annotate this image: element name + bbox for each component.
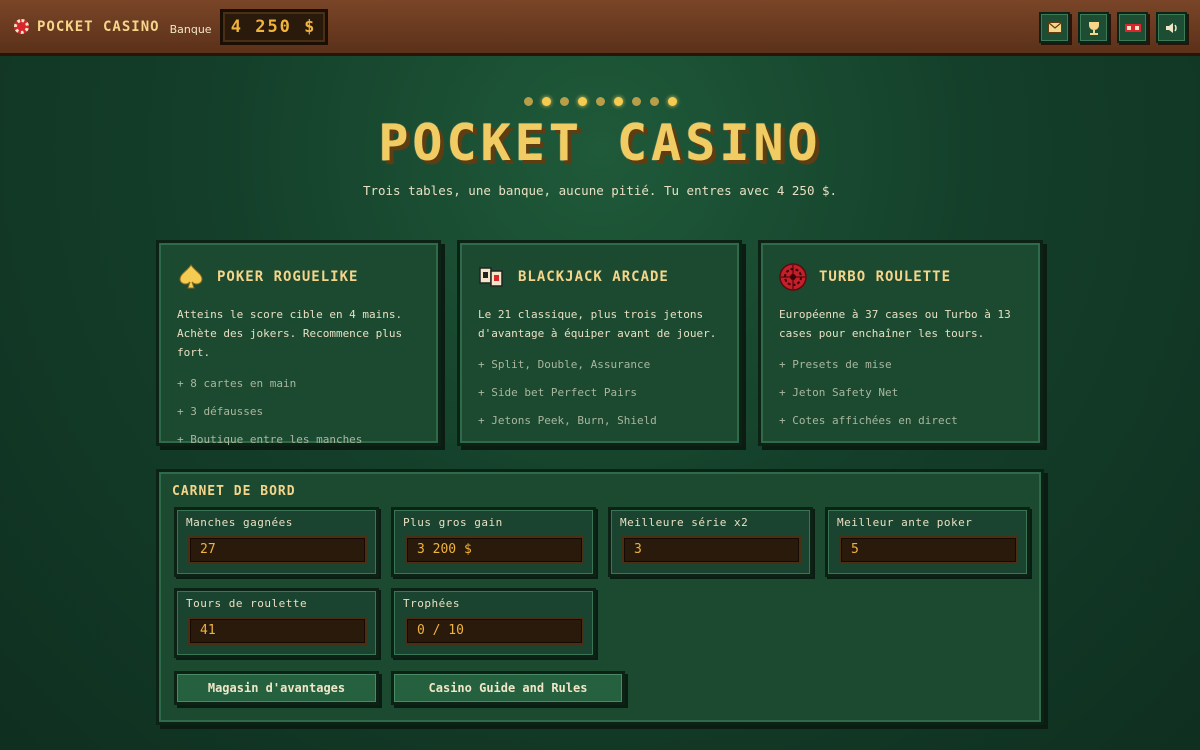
- light-dot: [667, 97, 677, 106]
- card-description: Le 21 classique, plus trois jetons d'ava…: [478, 308, 717, 340]
- hero-subtitle: Trois tables, une banque, aucune pitié. …: [362, 183, 838, 198]
- speaker-icon: [1165, 22, 1177, 33]
- light-dot: [595, 97, 605, 106]
- light-dot: [559, 97, 569, 106]
- ticket-icon: [1124, 23, 1141, 32]
- card-title: BLACKJACK ARCADE: [518, 269, 669, 285]
- stat-label: Meilleure série x2: [620, 516, 749, 529]
- tickets-button[interactable]: [1117, 12, 1148, 43]
- card-feature: + 8 cartes en main: [177, 377, 297, 390]
- top-bar: POCKET CASINO Banque 4 250 $: [0, 0, 1200, 56]
- decor-lights: [0, 97, 1200, 106]
- card-feature: + Jeton Safety Net: [779, 386, 899, 399]
- stat-label: Manches gagnées: [186, 516, 293, 529]
- game-card-roulette[interactable]: TURBO ROULETTE Européenne à 37 cases ou …: [758, 240, 1043, 446]
- stat-value: 3: [622, 536, 801, 564]
- stat-value: 5: [839, 536, 1018, 564]
- stat-label: Plus gros gain: [403, 516, 503, 529]
- card-title: POKER ROGUELIKE: [217, 269, 359, 285]
- guide-button[interactable]: Casino Guide and Rules: [391, 671, 625, 705]
- stat-label: Tours de roulette: [186, 597, 308, 610]
- app-title: POCKET CASINO: [37, 18, 160, 35]
- stat-value: 27: [188, 536, 367, 564]
- top-actions: [1039, 12, 1187, 43]
- roulette-icon: [779, 263, 807, 291]
- game-cards: POKER ROGUELIKE Atteins le score cible e…: [156, 240, 1043, 446]
- sound-button[interactable]: [1156, 12, 1187, 43]
- game-card-poker[interactable]: POKER ROGUELIKE Atteins le score cible e…: [156, 240, 441, 446]
- card-description: Atteins le score cible en 4 mains. Achèt…: [177, 308, 403, 359]
- card-feature: + Cotes affichées en direct: [779, 414, 958, 427]
- card-feature: + Side bet Perfect Pairs: [478, 386, 637, 399]
- stat-label: Meilleur ante poker: [837, 516, 973, 529]
- bank-label: Banque: [169, 23, 212, 36]
- light-dot: [631, 97, 641, 106]
- stat-trophees: Trophées 0 / 10: [391, 588, 596, 658]
- stat-manches-gagnees: Manches gagnées 27: [174, 507, 379, 577]
- shop-button[interactable]: Magasin d'avantages: [174, 671, 379, 705]
- card-title: TURBO ROULETTE: [819, 269, 952, 285]
- card-description: Européenne à 37 cases ou Turbo à 13 case…: [779, 308, 1011, 340]
- card-feature: + 3 défausses: [177, 405, 264, 418]
- trophy-icon: [1088, 21, 1099, 35]
- stat-label: Trophées: [403, 597, 460, 610]
- card-feature: + Presets de mise: [779, 358, 892, 371]
- trophies-button[interactable]: [1078, 12, 1109, 43]
- cards-icon: [478, 263, 506, 291]
- casino-chip-icon: [14, 19, 29, 34]
- stat-tours-roulette: Tours de roulette 41: [174, 588, 379, 658]
- spade-icon: [177, 263, 205, 291]
- card-feature: + Jetons Peek, Burn, Shield: [478, 414, 657, 427]
- light-dot: [649, 97, 659, 106]
- game-card-blackjack[interactable]: BLACKJACK ARCADE Le 21 classique, plus t…: [457, 240, 742, 446]
- brand: POCKET CASINO Banque 4 250 $: [14, 8, 328, 45]
- card-feature: + Split, Double, Assurance: [478, 358, 651, 371]
- stat-value: 0 / 10: [405, 617, 584, 645]
- light-dot: [541, 97, 551, 106]
- light-dot: [523, 97, 533, 106]
- light-dot: [613, 97, 623, 106]
- stat-meilleur-ante: Meilleur ante poker 5: [825, 507, 1030, 577]
- bank-balance: 4 250 $: [219, 8, 328, 45]
- carnet-title: CARNET DE BORD: [172, 484, 296, 499]
- light-dot: [577, 97, 587, 106]
- stat-plus-gros-gain: Plus gros gain 3 200 $: [391, 507, 596, 577]
- mail-icon: [1047, 22, 1062, 33]
- stat-meilleure-serie: Meilleure série x2 3: [608, 507, 813, 577]
- hero-title: POCKET CASINO: [378, 114, 822, 172]
- mail-button[interactable]: [1039, 12, 1070, 43]
- carnet-panel: CARNET DE BORD Manches gagnées 27 Plus g…: [156, 469, 1044, 725]
- card-feature: + Boutique entre les manches: [177, 433, 363, 446]
- stat-value: 41: [188, 617, 367, 645]
- stat-value: 3 200 $: [405, 536, 584, 564]
